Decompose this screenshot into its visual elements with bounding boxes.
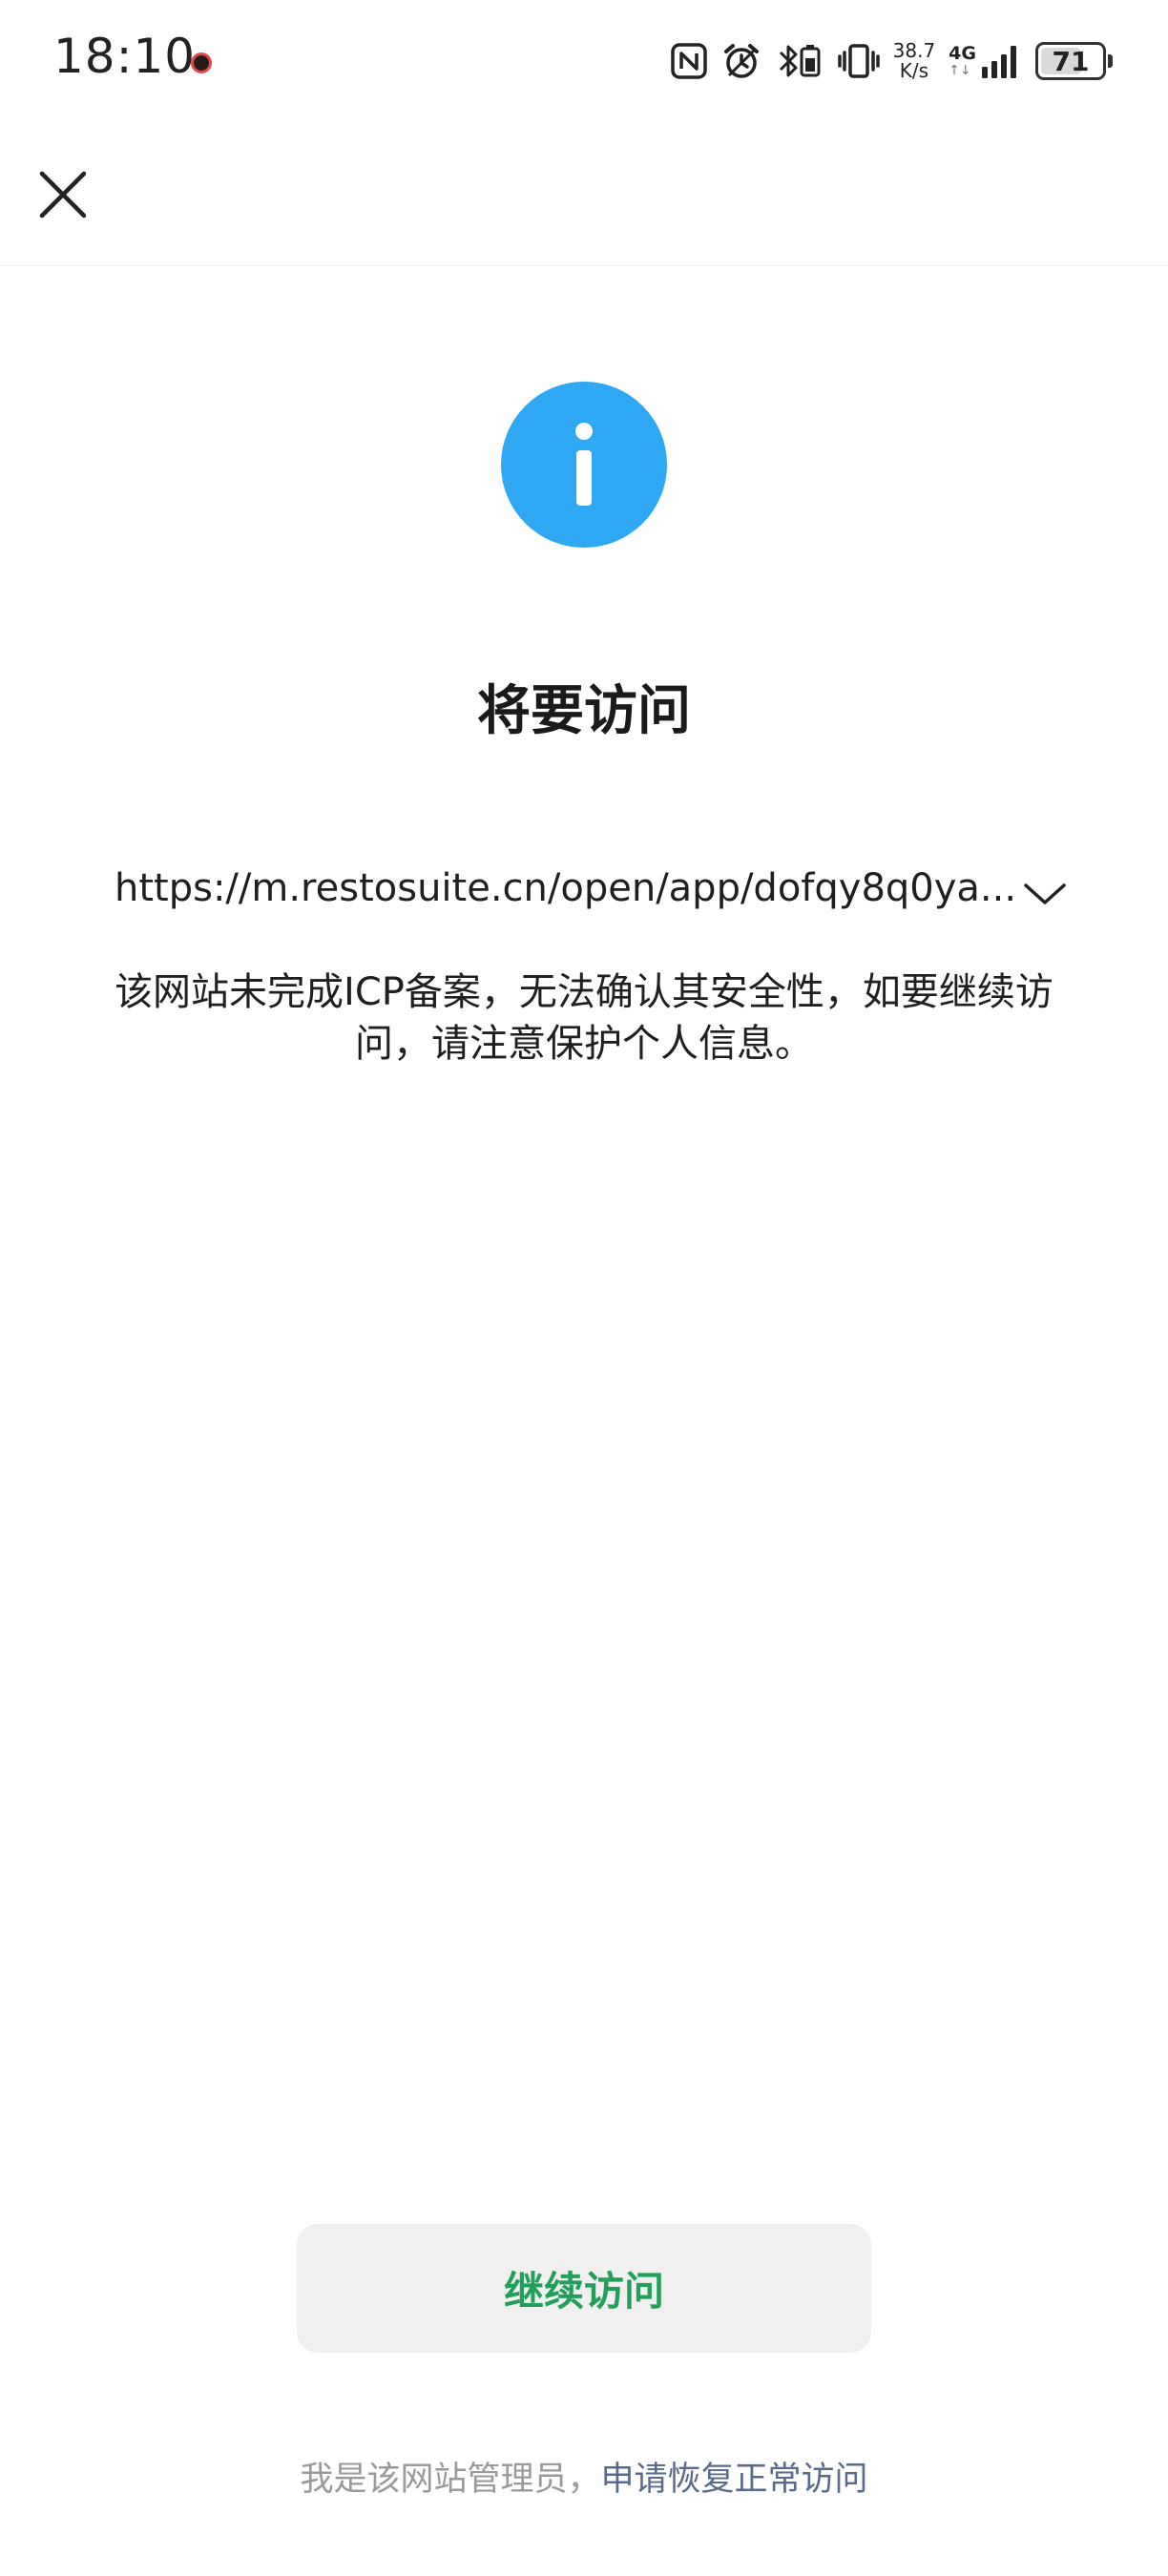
page-title: 将要访问: [477, 680, 691, 742]
status-bar: 18:10 38.7 K/s 4G ↑↓ 71: [0, 0, 1168, 124]
admin-prefix-text: 我是该网站管理员，: [300, 2461, 601, 2499]
battery-text: 71: [1052, 45, 1090, 77]
info-icon: [501, 382, 667, 548]
network-type: 4G ↑↓: [949, 44, 976, 78]
status-time: 18:10: [53, 29, 197, 84]
continue-visit-button[interactable]: 继续访问: [297, 2224, 871, 2353]
url-expand-row[interactable]: https://m.restosuite.cn/open/app/dofqy8q…: [115, 859, 1078, 918]
network-activity: ↑↓: [949, 63, 971, 78]
url-text: https://m.restosuite.cn/open/app/dofqy8q…: [115, 866, 1017, 910]
bluetooth-icon: [775, 41, 824, 81]
close-button[interactable]: [29, 160, 97, 229]
nfc-icon: [670, 42, 708, 80]
vibrate-icon: [837, 41, 880, 81]
net-speed-unit: K/s: [899, 59, 929, 82]
app-notification-icon: [191, 52, 212, 73]
request-restore-link[interactable]: 申请恢复正常访问: [601, 2461, 868, 2499]
chevron-down-icon[interactable]: [1022, 880, 1068, 908]
alarm-icon: [721, 41, 761, 81]
admin-request-row: 我是该网站管理员，申请恢复正常访问: [0, 2452, 1168, 2501]
battery-body: 71: [1035, 42, 1106, 80]
top-nav: [0, 124, 1168, 266]
close-icon: [39, 171, 87, 218]
status-icons: 38.7 K/s 4G ↑↓ 71: [670, 32, 1113, 90]
network-type-label: 4G: [949, 43, 976, 64]
net-speed-value: 38.7: [892, 39, 936, 62]
warning-text: 该网站未完成ICP备案，无法确认其安全性，如要继续访问，请注意保护个人信息。: [115, 970, 1053, 1066]
signal-icon: [980, 42, 1022, 80]
battery-icon: 71: [1035, 42, 1113, 80]
battery-tip: [1108, 54, 1113, 68]
net-speed: 38.7 K/s: [893, 41, 936, 81]
